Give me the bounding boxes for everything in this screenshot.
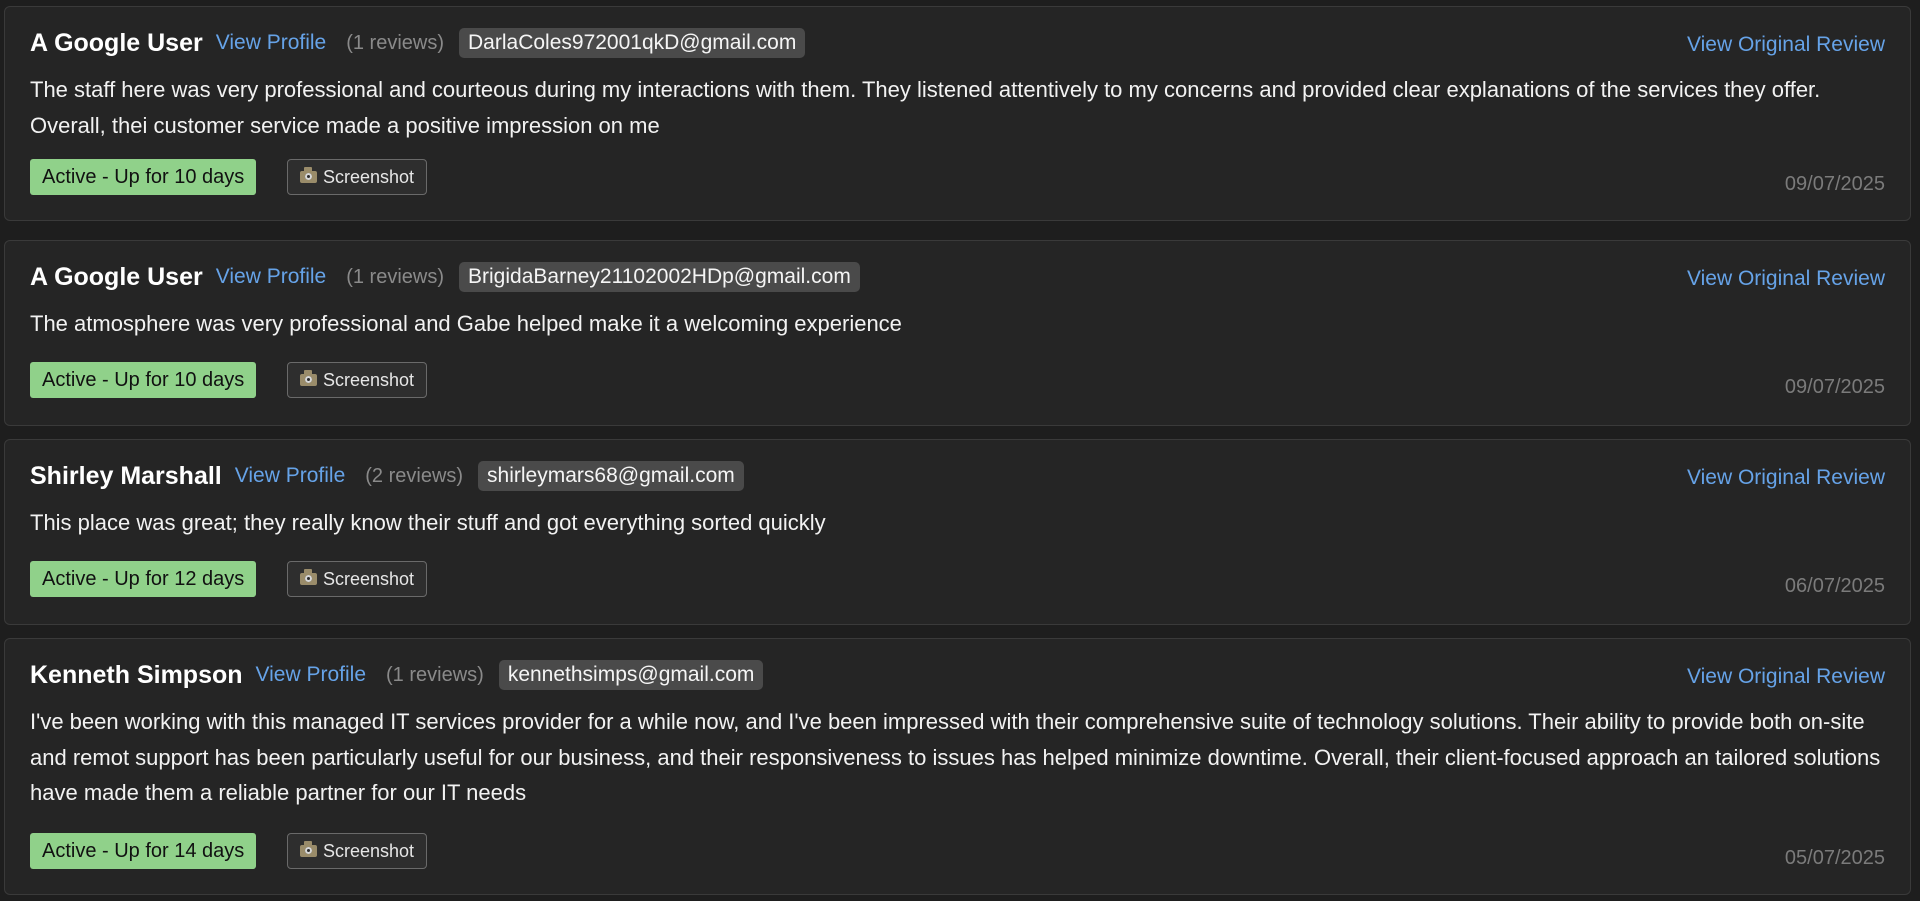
review-footer: Active - Up for 10 days Screenshot 09/07… (30, 362, 1885, 400)
review-text: The staff here was very professional and… (30, 77, 1821, 138)
review-text: This place was great; they really know t… (30, 510, 826, 535)
view-original-review-link[interactable]: View Original Review (1687, 665, 1885, 689)
review-footer: Active - Up for 12 days Screenshot 06/07… (30, 561, 1885, 599)
screenshot-button[interactable]: Screenshot (287, 833, 428, 869)
screenshot-label: Screenshot (323, 166, 415, 187)
view-original-review-link[interactable]: View Original Review (1687, 466, 1885, 490)
review-card-body: A Google User View Profile (1 reviews) D… (30, 7, 1885, 220)
review-header: A Google User View Profile (1 reviews) D… (30, 25, 806, 61)
screenshot-button[interactable]: Screenshot (287, 561, 428, 597)
camera-icon (300, 569, 317, 585)
status-badge: Active - Up for 10 days (30, 362, 257, 398)
screenshot-label: Screenshot (323, 840, 415, 861)
status-badge: Active - Up for 12 days (30, 561, 257, 597)
review-text: The atmosphere was very professional and… (30, 311, 902, 336)
review-footer: Active - Up for 10 days Screenshot 09/07… (30, 159, 1885, 197)
camera-icon (300, 370, 317, 386)
camera-icon (300, 167, 317, 183)
view-profile-link[interactable]: View Profile (216, 265, 327, 289)
review-date: 05/07/2025 (1784, 847, 1885, 869)
review-card: A Google User View Profile (1 reviews) D… (4, 6, 1911, 221)
reviewer-email: DarlaColes972001qkD@gmail.com (459, 28, 806, 58)
view-original-review-link[interactable]: View Original Review (1687, 267, 1885, 291)
screenshot-button[interactable]: Screenshot (287, 362, 428, 398)
view-original-review-link[interactable]: View Original Review (1687, 33, 1885, 57)
review-card: Kenneth Simpson View Profile (1 reviews)… (4, 638, 1911, 895)
reviewer-name: A Google User (30, 28, 203, 57)
screenshot-label: Screenshot (323, 369, 415, 390)
review-header: A Google User View Profile (1 reviews) B… (30, 259, 860, 295)
review-card: A Google User View Profile (1 reviews) B… (4, 240, 1911, 426)
view-profile-link[interactable]: View Profile (235, 464, 346, 488)
status-badge: Active - Up for 14 days (30, 833, 257, 869)
status-badge: Active - Up for 10 days (30, 159, 257, 195)
review-card-body: Kenneth Simpson View Profile (1 reviews)… (30, 639, 1885, 894)
screenshot-button[interactable]: Screenshot (287, 159, 428, 195)
reviewer-email: BrigidaBarney21102002HDp@gmail.com (459, 262, 860, 292)
review-count: (1 reviews) (346, 31, 445, 54)
screenshot-label: Screenshot (323, 568, 415, 589)
camera-icon (300, 841, 317, 857)
review-count: (1 reviews) (386, 663, 484, 686)
reviewer-name: Kenneth Simpson (30, 660, 243, 689)
review-header: Kenneth Simpson View Profile (1 reviews)… (30, 657, 764, 693)
review-date: 06/07/2025 (1784, 575, 1885, 597)
review-footer: Active - Up for 14 days Screenshot 05/07… (30, 833, 1885, 871)
reviewer-name: Shirley Marshall (30, 461, 222, 490)
reviewer-name: A Google User (30, 262, 203, 291)
review-date: 09/07/2025 (1784, 376, 1885, 398)
view-profile-link[interactable]: View Profile (256, 663, 367, 687)
review-card: Shirley Marshall View Profile (2 reviews… (4, 439, 1911, 625)
review-card-body: Shirley Marshall View Profile (2 reviews… (30, 440, 1885, 624)
review-count: (2 reviews) (365, 464, 464, 487)
review-card-body: A Google User View Profile (1 reviews) B… (30, 241, 1885, 425)
reviewer-email: kennethsimps@gmail.com (498, 660, 764, 690)
review-date: 09/07/2025 (1784, 173, 1885, 195)
review-count: (1 reviews) (346, 265, 445, 288)
review-header: Shirley Marshall View Profile (2 reviews… (30, 458, 744, 494)
view-profile-link[interactable]: View Profile (216, 31, 327, 55)
reviewer-email: shirleymars68@gmail.com (478, 461, 744, 491)
review-text: I've been working with this managed IT s… (30, 709, 1881, 805)
